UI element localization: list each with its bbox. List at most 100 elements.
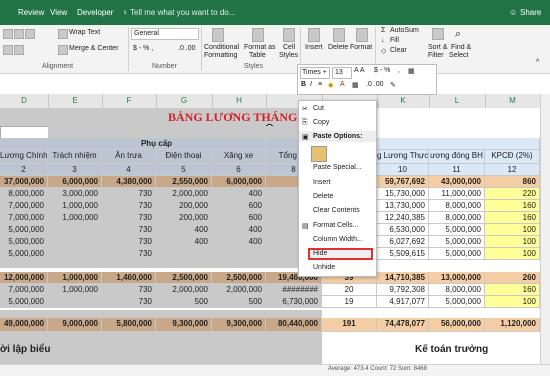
- table-cell-d[interactable]: 12,000,000: [0, 272, 48, 284]
- column-header-e[interactable]: E: [48, 94, 103, 108]
- wrap-text-button[interactable]: Wrap Text: [69, 29, 100, 36]
- table-cell-e[interactable]: [48, 296, 102, 308]
- menu-hide[interactable]: Hide: [313, 250, 327, 257]
- table-cell-l[interactable]: 100: [485, 296, 540, 308]
- table-cell-g[interactable]: [156, 248, 212, 260]
- total-d[interactable]: 49,000,000: [0, 318, 48, 332]
- column-header-k[interactable]: K: [377, 94, 430, 108]
- column-header-l[interactable]: L: [429, 94, 486, 108]
- indent-increase-icon[interactable]: [14, 45, 24, 55]
- table-cell-j2[interactable]: 19: [322, 296, 377, 308]
- table-cell-j[interactable]: 14,710,385: [377, 272, 429, 284]
- table-cell-f[interactable]: 730: [102, 236, 156, 248]
- menu-column-width[interactable]: Column Width...: [313, 236, 363, 243]
- column-header-g[interactable]: G: [156, 94, 213, 108]
- highlight-icon[interactable]: ◆: [328, 81, 333, 89]
- total-e[interactable]: 9,000,000: [48, 318, 102, 332]
- sort-filter-button[interactable]: Sort &: [428, 44, 447, 51]
- bold-icon[interactable]: B: [301, 81, 306, 88]
- table-cell-h[interactable]: 600: [212, 212, 266, 224]
- table-cell-g[interactable]: 400: [156, 236, 212, 248]
- table-cell-l[interactable]: 100: [485, 248, 540, 260]
- table-cell-d[interactable]: 8,000,000: [0, 188, 48, 200]
- conditional-formatting-button[interactable]: Conditional: [204, 44, 239, 51]
- borders-icon[interactable]: ▦: [352, 81, 359, 89]
- table-cell-j[interactable]: 12,240,385: [377, 212, 429, 224]
- menu-paste-special[interactable]: Paste Special...: [313, 164, 362, 171]
- menu-cut[interactable]: Cut: [313, 105, 324, 112]
- italic-icon[interactable]: I: [310, 81, 312, 88]
- total-h[interactable]: 9,300,000: [212, 318, 266, 332]
- table-cell-d[interactable]: 5,000,000: [0, 236, 48, 248]
- table-cell-g[interactable]: 2,500,000: [156, 272, 212, 284]
- table-cell-j2[interactable]: 20: [322, 284, 377, 296]
- table-cell-d[interactable]: 7,000,000: [0, 284, 48, 296]
- align-right-icon[interactable]: [25, 29, 35, 39]
- indent-decrease-icon[interactable]: [3, 45, 13, 55]
- table-cell-j[interactable]: 6,530,000: [377, 224, 429, 236]
- comma-icon[interactable]: ,: [398, 67, 400, 74]
- decimal-icon[interactable]: .0 .00: [178, 45, 196, 52]
- currency-icon[interactable]: $ - % ,: [133, 45, 153, 52]
- total-i[interactable]: 80,440,000: [266, 318, 322, 332]
- paste-option-icon[interactable]: [311, 146, 327, 162]
- column-header-f[interactable]: F: [102, 94, 157, 108]
- eraser-icon[interactable]: ✎: [390, 81, 396, 89]
- table-cell-e[interactable]: 6,000,000: [48, 176, 102, 188]
- font-size-select[interactable]: 13: [332, 67, 352, 79]
- table-cell-k[interactable]: 43,000,000: [429, 176, 485, 188]
- table-cell-h[interactable]: 400: [212, 236, 266, 248]
- total-j2[interactable]: 191: [322, 318, 377, 332]
- table-cell-h[interactable]: 6,000,000: [212, 176, 266, 188]
- currency-format-icon[interactable]: $ - %: [374, 67, 390, 74]
- table-cell-k[interactable]: 5,000,000: [429, 236, 485, 248]
- table-cell-l[interactable]: 220: [485, 188, 540, 200]
- table-cell-h[interactable]: 600: [212, 200, 266, 212]
- table-cell-l[interactable]: 160: [485, 212, 540, 224]
- merge-center-button[interactable]: Merge & Center: [69, 45, 118, 52]
- total-k[interactable]: 56,000,000: [429, 318, 485, 332]
- decimal-icon[interactable]: .0 .00: [366, 81, 384, 88]
- table-cell-f[interactable]: 730: [102, 200, 156, 212]
- align-center-icon[interactable]: [14, 29, 24, 39]
- menu-delete[interactable]: Delete: [313, 193, 333, 200]
- cell-styles-button[interactable]: Cell: [283, 44, 295, 51]
- format-painter-icon[interactable]: ▦: [408, 67, 415, 75]
- table-cell-f[interactable]: 730: [102, 296, 156, 308]
- number-format-select[interactable]: General: [131, 28, 199, 40]
- table-cell-l[interactable]: 160: [485, 200, 540, 212]
- table-cell-h[interactable]: [212, 248, 266, 260]
- fill-button[interactable]: Fill: [390, 37, 399, 44]
- table-cell-e[interactable]: [48, 224, 102, 236]
- table-cell-k[interactable]: 13,000,000: [429, 272, 485, 284]
- table-cell-k[interactable]: 5,000,000: [429, 296, 485, 308]
- table-cell-g[interactable]: 200,000: [156, 200, 212, 212]
- vertical-scrollbar[interactable]: [540, 94, 550, 364]
- format-as-table-button[interactable]: Format as: [244, 44, 276, 51]
- table-cell-j[interactable]: 9,792,308: [377, 284, 429, 296]
- table-cell-e[interactable]: 1,000,000: [48, 212, 102, 224]
- total-g[interactable]: 9,300,000: [156, 318, 212, 332]
- table-cell-h[interactable]: 400: [212, 188, 266, 200]
- align-icon[interactable]: ≡: [318, 81, 322, 88]
- table-cell-j[interactable]: 15,730,000: [377, 188, 429, 200]
- table-cell-j[interactable]: 5,509,615: [377, 248, 429, 260]
- menu-format-cells[interactable]: Format Cells...: [313, 222, 359, 229]
- table-cell-f[interactable]: 730: [102, 224, 156, 236]
- table-cell-i[interactable]: 6,730,000: [266, 296, 322, 308]
- share-button[interactable]: Share: [520, 8, 541, 17]
- table-cell-j[interactable]: 4,917,077: [377, 296, 429, 308]
- table-cell-h[interactable]: 500: [212, 296, 266, 308]
- table-cell-l[interactable]: 860: [485, 176, 540, 188]
- table-cell-f[interactable]: 730: [102, 212, 156, 224]
- table-cell-j[interactable]: 13,730,000: [377, 200, 429, 212]
- collapse-ribbon-icon[interactable]: ^: [536, 59, 539, 66]
- insert-button[interactable]: Insert: [305, 44, 323, 51]
- table-cell-g[interactable]: 2,000,000: [156, 284, 212, 296]
- table-cell-g[interactable]: 200,000: [156, 212, 212, 224]
- column-header-d[interactable]: D: [0, 94, 49, 108]
- table-cell-k[interactable]: 11,000,000: [429, 188, 485, 200]
- table-cell-k[interactable]: 8,000,000: [429, 200, 485, 212]
- table-cell-f[interactable]: 730: [102, 284, 156, 296]
- table-cell-l[interactable]: 260: [485, 272, 540, 284]
